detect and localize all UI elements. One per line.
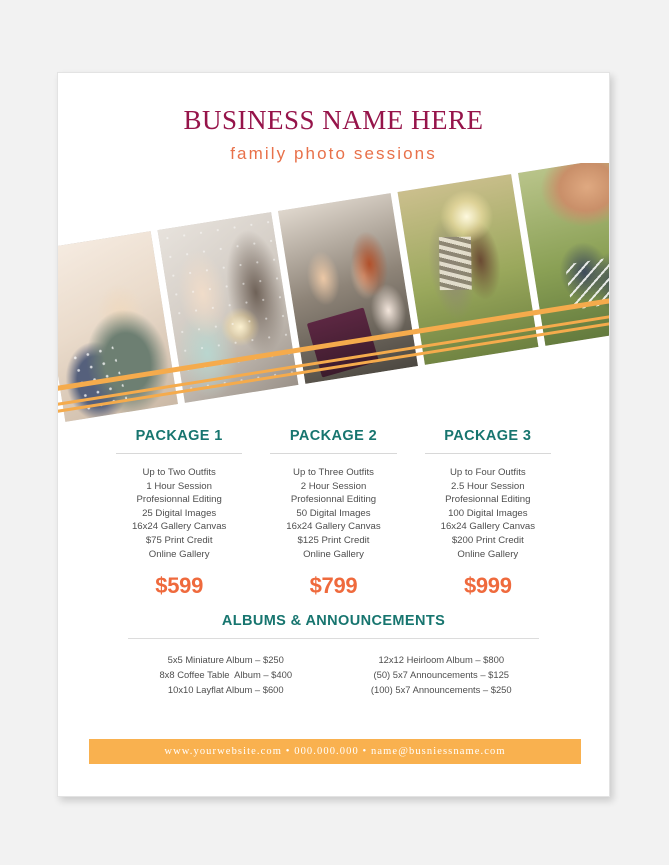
business-name: BUSINESS NAME HERE <box>183 105 484 135</box>
albums-title: ALBUMS & ANNOUNCEMENTS <box>221 613 446 629</box>
album-item: 5x5 Miniature Album – $250 <box>167 654 284 665</box>
package-1-price: $599 <box>155 573 204 599</box>
package-card-2: PACKAGE 2 Up to Three Outfits 2 Hour Ses… <box>256 428 410 599</box>
package-2-feature: 50 Digital Images <box>296 507 371 519</box>
package-1-feature: 1 Hour Session <box>146 480 212 492</box>
package-2-feature: Online Gallery <box>303 548 364 560</box>
package-3-title: PACKAGE 3 <box>444 428 532 444</box>
striped-shirt-texture <box>438 236 472 290</box>
albums-left-column: 5x5 Miniature Album – $250 8x8 Coffee Ta… <box>118 652 334 697</box>
album-item: (50) 5x7 Announcements – $125 <box>373 669 509 680</box>
package-3-price: $999 <box>463 573 512 599</box>
package-1-feature: Profesionnal Editing <box>136 494 222 506</box>
package-2-price: $799 <box>309 573 358 599</box>
package-3-feature: 100 Digital Images <box>448 507 528 519</box>
package-3-feature: Online Gallery <box>457 548 519 560</box>
package-2-feature: Up to Three Outfits <box>293 467 374 478</box>
tagline: family photo sessions <box>230 144 437 163</box>
package-2-feature: 2 Hour Session <box>300 480 367 492</box>
packages-section: PACKAGE 1 Up to Two Outfits 1 Hour Sessi… <box>58 428 609 599</box>
flyer-page: BUSINESS NAME HERE family photo sessions <box>57 72 610 797</box>
albums-columns: 5x5 Miniature Album – $250 8x8 Coffee Ta… <box>58 652 609 697</box>
albums-section: ALBUMS & ANNOUNCEMENTS 5x5 Miniature Alb… <box>58 613 609 697</box>
photo-row <box>58 163 609 422</box>
package-2-title: PACKAGE 2 <box>289 428 378 444</box>
flyer-header: BUSINESS NAME HERE family photo sessions <box>58 105 609 164</box>
package-2-feature: Profesionnal Editing <box>290 494 377 506</box>
package-3-feature: Profesionnal Editing <box>445 494 531 506</box>
package-1-divider <box>116 453 243 454</box>
photo-collage <box>58 163 609 423</box>
package-1-title: PACKAGE 1 <box>135 428 223 444</box>
package-2-feature: 16x24 Gallery Canvas <box>286 521 381 533</box>
package-card-1: PACKAGE 1 Up to Two Outfits 1 Hour Sessi… <box>102 428 256 599</box>
package-1-feature: Online Gallery <box>148 548 210 560</box>
album-item: 8x8 Coffee Table Album – $400 <box>159 669 293 680</box>
package-3-feature: Up to Four Outfits <box>449 467 526 478</box>
package-1-feature: $75 Print Credit <box>145 534 213 546</box>
package-3-divider <box>424 453 551 454</box>
footer-contact-text: www.yourwebsite.com • 000.000.000 • name… <box>164 746 506 757</box>
package-1-feature: Up to Two Outfits <box>142 467 216 478</box>
album-item: (100) 5x7 Announcements – $250 <box>370 684 512 695</box>
package-3-feature: $200 Print Credit <box>451 534 524 546</box>
albums-right-column: 12x12 Heirloom Album – $800 (50) 5x7 Ann… <box>334 652 550 697</box>
album-item: 10x10 Layflat Album – $600 <box>167 684 284 695</box>
package-1-feature: 25 Digital Images <box>142 507 217 519</box>
package-1-feature: 16x24 Gallery Canvas <box>131 521 227 533</box>
albums-divider <box>128 638 539 639</box>
package-3-feature: 16x24 Gallery Canvas <box>440 521 536 533</box>
footer-bar: www.yourwebsite.com • 000.000.000 • name… <box>89 739 581 764</box>
package-2-divider <box>270 453 397 454</box>
package-3-feature: 2.5 Hour Session <box>451 480 525 492</box>
package-card-3: PACKAGE 3 Up to Four Outfits 2.5 Hour Se… <box>411 428 565 599</box>
package-2-feature: $125 Print Credit <box>297 534 370 546</box>
album-item: 12x12 Heirloom Album – $800 <box>378 654 505 665</box>
